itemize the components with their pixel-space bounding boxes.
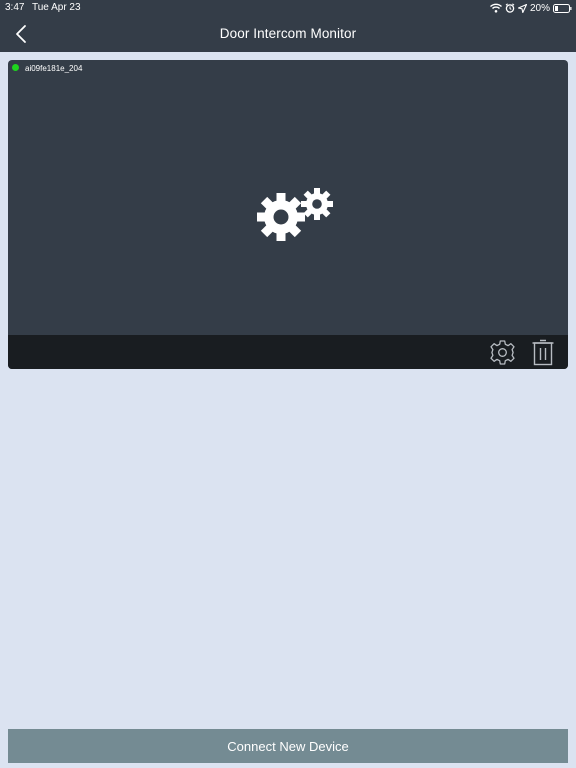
trash-icon [532,339,554,366]
online-status-dot [12,64,19,71]
device-delete-button[interactable] [531,338,555,366]
connect-new-device-button[interactable]: Connect New Device [8,729,568,763]
gears-icon [257,188,333,241]
status-time: 3:47 [5,2,25,13]
status-date: Tue Apr 23 [32,2,81,13]
wifi-icon [490,3,502,13]
location-icon [517,3,527,13]
battery-percent: 20% [529,2,550,14]
device-toolbar [8,335,568,369]
page-title: Door Intercom Monitor [219,26,357,41]
device-name: ai09fe181e_204 [25,64,83,73]
battery-icon [553,3,572,13]
top-bar: 3:47 Tue Apr 23 20% Door Intercom Monito… [0,0,576,52]
status-indicators: 20% [490,1,572,15]
device-card[interactable]: ai09fe181e_204 [8,60,568,369]
device-settings-button[interactable] [489,339,516,366]
gear-icon [490,340,515,365]
alarm-icon [505,3,515,13]
